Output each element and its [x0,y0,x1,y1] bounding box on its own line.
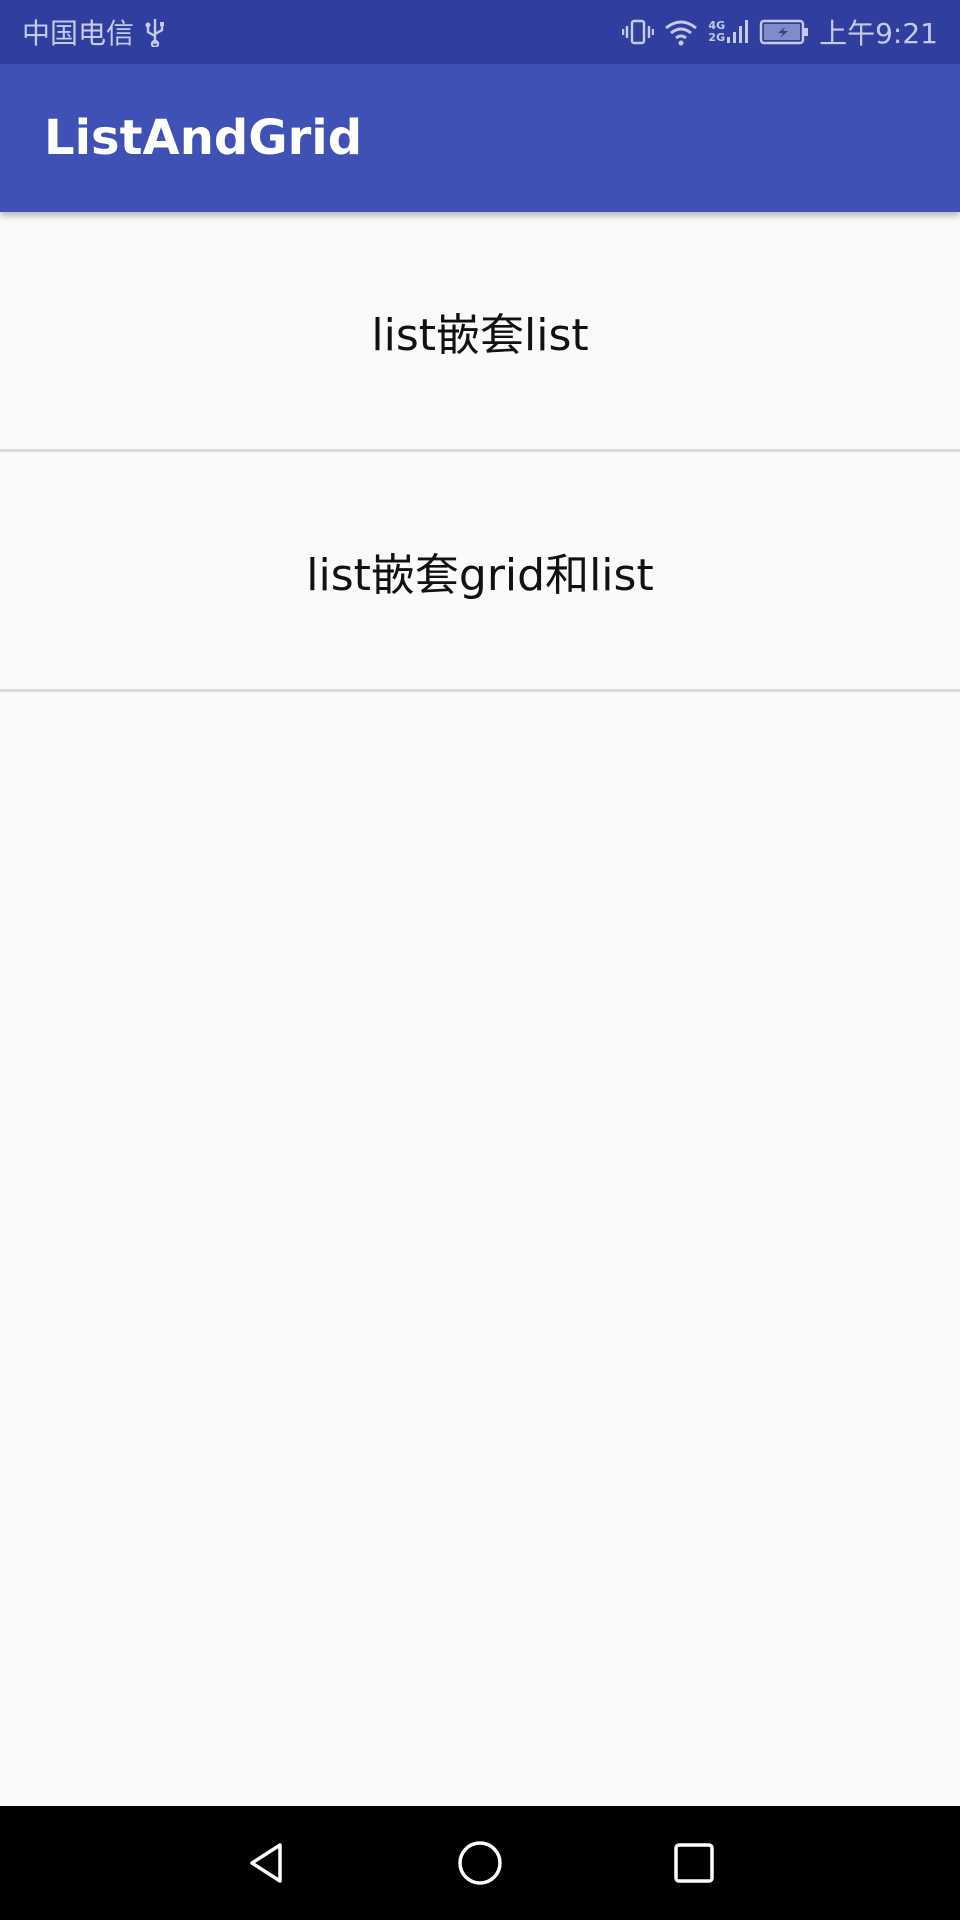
recents-button[interactable] [587,1806,801,1920]
wifi-icon [664,17,698,47]
back-button[interactable] [159,1806,373,1920]
home-icon [458,1841,502,1885]
home-button[interactable] [373,1806,587,1920]
vibrate-icon [622,17,655,47]
status-right: 4G 2G 上午9:21 [622,12,938,52]
status-time: 上午9:21 [819,17,938,50]
network-type-bottom: 2G [708,31,726,44]
usb-icon [144,17,166,47]
list-item-list-in-list[interactable]: list嵌套list [0,212,960,452]
navigation-bar [0,1806,960,1920]
list-item-label: list嵌套grid和list [306,549,654,601]
status-left: 中国电信 [22,12,166,52]
battery-charging-icon [759,18,809,46]
app-title: ListAndGrid [44,110,363,166]
list-item-grid-and-list-in-list[interactable]: list嵌套grid和list [0,452,960,692]
status-bar: 中国电信 4G 2G 上午9:21 [0,0,960,64]
recents-icon [674,1843,714,1883]
list-item-label: list嵌套list [371,309,589,361]
main-list: list嵌套list list嵌套grid和list [0,212,960,692]
app-bar: ListAndGrid [0,64,960,212]
signal-icon: 4G 2G [708,19,749,45]
carrier-label: 中国电信 [22,17,135,50]
back-icon [250,1843,282,1883]
